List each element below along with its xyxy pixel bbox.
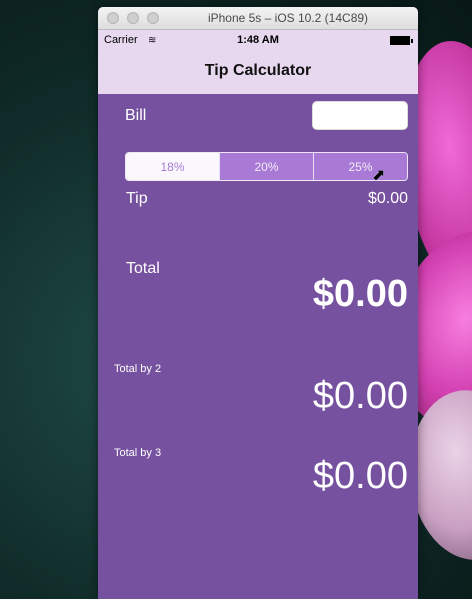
total-by-3-amount: $0.00 [312,455,408,497]
navigation-bar: Carrier ≋ 1:48 AM Tip Calculator [98,30,418,94]
tip-percentage-selector[interactable]: 18% 20% 25% [125,152,408,181]
window-titlebar[interactable]: iPhone 5s – iOS 10.2 (14C89) [98,7,418,30]
close-window-button[interactable] [107,12,119,24]
bill-input[interactable] [312,101,408,130]
status-time: 1:48 AM [237,34,279,46]
tip-option-18[interactable]: 18% [126,153,219,180]
mouse-pointer-icon: ⬈ [372,167,386,184]
tip-label: Tip [126,190,148,207]
total-by-3-label: Total by 3 [114,447,162,459]
tip-option-20[interactable]: 20% [219,153,313,180]
tip-option-25[interactable]: 25% [313,153,407,180]
total-by-2-label: Total by 2 [114,363,162,375]
page-title: Tip Calculator [204,62,312,79]
status-bar: Carrier ≋ 1:48 AM [98,30,418,50]
total-label: Total [126,260,160,277]
simulator-window: iPhone 5s – iOS 10.2 (14C89) Carrier ≋ 1… [98,7,418,599]
battery-icon [390,36,413,45]
tip-amount: $0.00 [367,190,408,207]
bill-label: Bill [125,107,147,124]
window-title: iPhone 5s – iOS 10.2 (14C89) [207,11,369,25]
minimize-window-button[interactable] [127,12,139,24]
total-amount: $0.00 [312,273,408,315]
total-by-2-amount: $0.00 [312,375,408,417]
